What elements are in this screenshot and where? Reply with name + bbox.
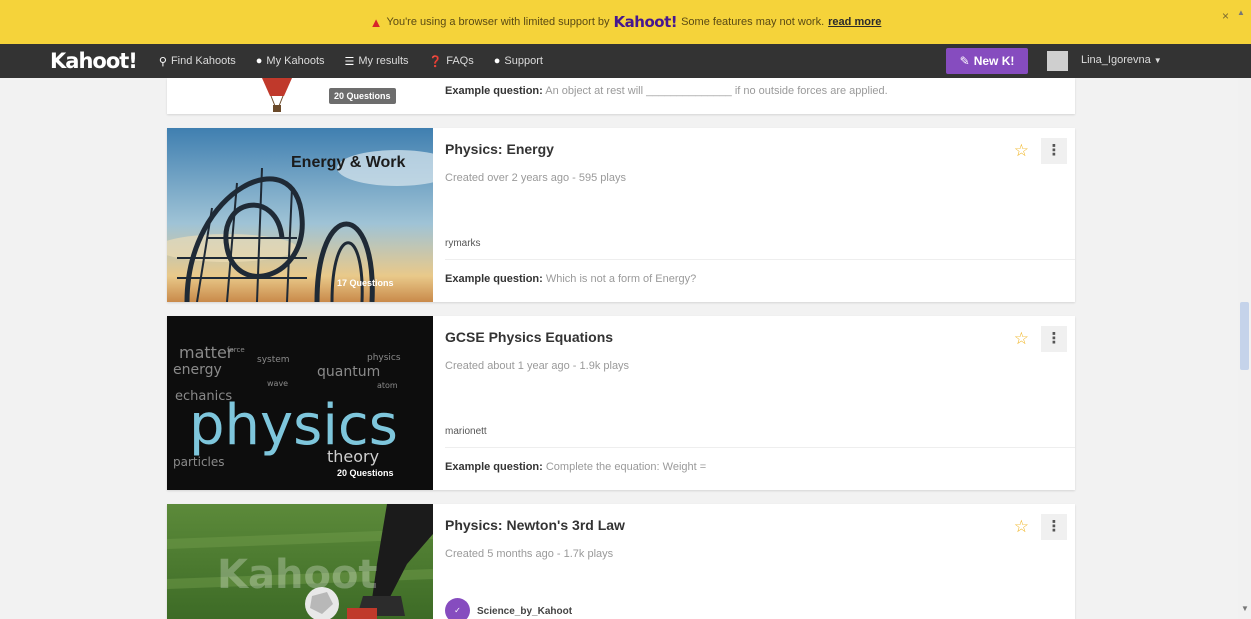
- kahoot-title[interactable]: Physics: Newton's 3rd Law: [445, 517, 625, 533]
- more-options-icon[interactable]: ⋮: [1041, 326, 1067, 352]
- example-question-label: Example question:: [445, 273, 543, 285]
- thumbnail-caption: Energy & Work: [291, 154, 406, 171]
- search-icon: ⚲: [158, 55, 167, 68]
- svg-text:atom: atom: [377, 381, 398, 390]
- scroll-up-icon[interactable]: ▲: [1237, 8, 1247, 22]
- kahoot-logo[interactable]: Kahoot!: [50, 49, 138, 73]
- kahoot-card[interactable]: 20 Questions Example question: An object…: [167, 78, 1075, 114]
- close-icon[interactable]: ×: [1222, 9, 1229, 23]
- kahoot-card[interactable]: Kahoot Physics: Newton's 3rd Law Created…: [167, 504, 1075, 619]
- kahoot-thumbnail[interactable]: Kahoot: [167, 504, 433, 619]
- svg-text:physics: physics: [367, 353, 401, 363]
- kahoot-author[interactable]: marionett: [445, 426, 487, 437]
- kahoot-author[interactable]: rymarks: [445, 238, 481, 249]
- example-question: Example question: An object at rest will…: [445, 85, 888, 97]
- svg-text:force: force: [227, 346, 245, 354]
- nav-my-kahoots-label: My Kahoots: [266, 55, 325, 67]
- warning-icon: ▲: [369, 14, 383, 30]
- card-info: Example question: An object at rest will…: [445, 78, 1075, 114]
- kahoot-card[interactable]: matter energy echanics quantum system ph…: [167, 316, 1075, 490]
- author-avatar: ✓: [445, 598, 470, 619]
- example-question: Example question: Complete the equation:…: [445, 461, 706, 473]
- more-options-icon[interactable]: ⋮: [1041, 138, 1067, 164]
- question-count: 20 Questions: [337, 468, 394, 478]
- caret-down-icon: ▼: [1153, 56, 1162, 65]
- scroll-down-icon[interactable]: ▼: [1241, 604, 1249, 613]
- nav-find-kahoots-label: Find Kahoots: [170, 55, 236, 67]
- kahoot-card[interactable]: Energy & Work 17 Questions Physics: Ener…: [167, 128, 1075, 302]
- card-info: GCSE Physics Equations Created about 1 y…: [445, 316, 1075, 490]
- username: Lina_Igorevna: [1081, 54, 1151, 66]
- new-kahoot-label: New K!: [973, 54, 1015, 68]
- scrollbar-thumb[interactable]: [1240, 302, 1249, 370]
- user-menu[interactable]: Lina_Igorevna ▼: [1081, 54, 1162, 66]
- svg-text:matter: matter: [179, 343, 234, 362]
- banner-message-tail: Some features may not work.: [681, 16, 825, 28]
- question-count: 17 Questions: [337, 278, 394, 288]
- card-info: Physics: Energy Created over 2 years ago…: [445, 128, 1075, 302]
- nav-faqs[interactable]: ❓ FAQs: [429, 55, 474, 68]
- avatar[interactable]: [1047, 51, 1068, 71]
- nav-my-results-label: My results: [358, 55, 409, 67]
- divider: [445, 447, 1075, 448]
- chat-icon: ●: [493, 55, 501, 67]
- kahoot-meta: Created over 2 years ago - 595 plays: [445, 172, 626, 184]
- svg-text:system: system: [257, 355, 290, 365]
- kahoot-thumbnail[interactable]: matter energy echanics quantum system ph…: [167, 316, 433, 490]
- list-icon: ☰: [344, 55, 355, 68]
- nav-my-kahoots[interactable]: ● My Kahoots: [256, 55, 325, 67]
- example-question-text: Which is not a form of Energy?: [545, 273, 697, 285]
- svg-text:theory: theory: [327, 447, 379, 466]
- physics-wordcloud-image: matter energy echanics quantum system ph…: [167, 316, 433, 490]
- svg-text:quantum: quantum: [317, 364, 380, 380]
- nav-find-kahoots[interactable]: ⚲ Find Kahoots: [159, 55, 236, 68]
- divider: [445, 259, 1075, 260]
- kahoot-title[interactable]: GCSE Physics Equations: [445, 329, 613, 345]
- example-question-text: An object at rest will ______________ if…: [545, 85, 888, 97]
- kahoot-thumbnail[interactable]: 20 Questions: [167, 78, 433, 114]
- more-options-icon[interactable]: ⋮: [1041, 514, 1067, 540]
- nav-support[interactable]: ● Support: [494, 55, 543, 67]
- banner-brand: Kahoot!: [613, 13, 678, 31]
- example-question: Example question: Which is not a form of…: [445, 273, 696, 285]
- example-question-label: Example question:: [445, 461, 543, 473]
- new-kahoot-button[interactable]: ✎ New K!: [946, 48, 1028, 74]
- browser-support-banner: ▲ You're using a browser with limited su…: [0, 0, 1251, 44]
- kahoot-title[interactable]: Physics: Energy: [445, 141, 554, 157]
- kahoot-thumbnail[interactable]: Energy & Work 17 Questions: [167, 128, 433, 302]
- read-more-link[interactable]: read more: [828, 16, 881, 28]
- thumbnail-watermark: Kahoot: [217, 552, 378, 598]
- top-navbar: Kahoot! ⚲ Find Kahoots ● My Kahoots ☰ My…: [0, 44, 1251, 78]
- nav-my-results[interactable]: ☰ My results: [345, 55, 409, 68]
- kahoot-author[interactable]: Science_by_Kahoot: [477, 606, 572, 617]
- svg-text:energy: energy: [173, 362, 222, 378]
- card-info: Physics: Newton's 3rd Law Created 5 mont…: [445, 504, 1075, 619]
- favorite-star-icon[interactable]: ☆: [1014, 329, 1029, 349]
- kahoot-meta: Created 5 months ago - 1.7k plays: [445, 548, 614, 560]
- kahoot-meta: Created about 1 year ago - 1.9k plays: [445, 360, 630, 372]
- nav-faqs-label: FAQs: [446, 55, 474, 67]
- edit-icon: ✎: [959, 54, 970, 68]
- favorite-star-icon[interactable]: ☆: [1014, 141, 1029, 161]
- question-count-badge: 20 Questions: [329, 88, 396, 104]
- favorite-star-icon[interactable]: ☆: [1014, 517, 1029, 537]
- example-question-text: Complete the equation: Weight =: [545, 461, 707, 473]
- banner-message: You're using a browser with limited supp…: [386, 16, 610, 28]
- example-question-label: Example question:: [445, 85, 543, 97]
- svg-text:wave: wave: [267, 379, 288, 388]
- nav-support-label: Support: [504, 55, 543, 67]
- user-icon: ●: [255, 55, 263, 67]
- question-icon: ❓: [428, 55, 443, 68]
